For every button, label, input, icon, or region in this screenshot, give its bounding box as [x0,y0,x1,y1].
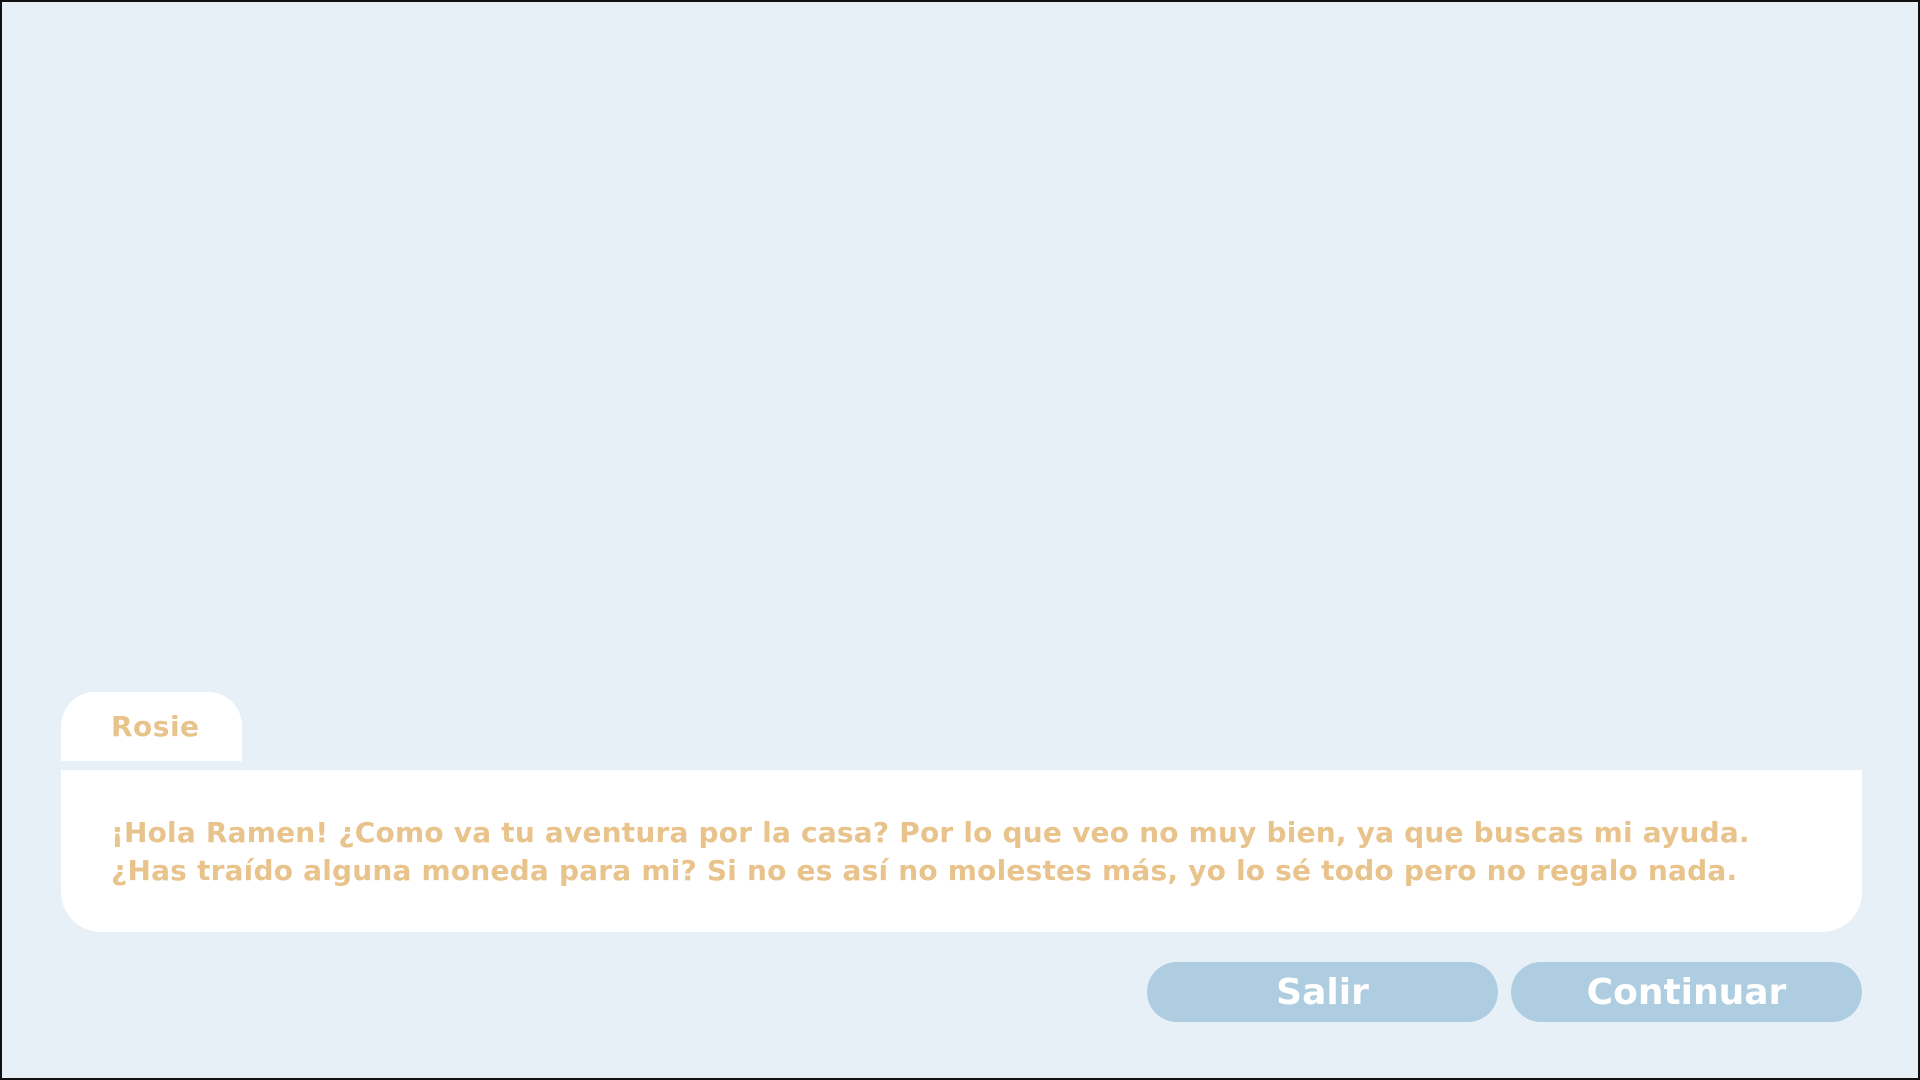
speaker-name-tab: Rosie [61,692,242,761]
continue-button[interactable]: Continuar [1511,962,1862,1022]
exit-button[interactable]: Salir [1147,962,1498,1022]
dialog-text: ¡Hola Ramen! ¿Como va tu aventura por la… [111,816,1750,887]
game-screen: Rosie ¡Hola Ramen! ¿Como va tu aventura … [0,0,1920,1080]
dialog-box: ¡Hola Ramen! ¿Como va tu aventura por la… [61,770,1862,932]
speaker-name: Rosie [111,709,200,743]
